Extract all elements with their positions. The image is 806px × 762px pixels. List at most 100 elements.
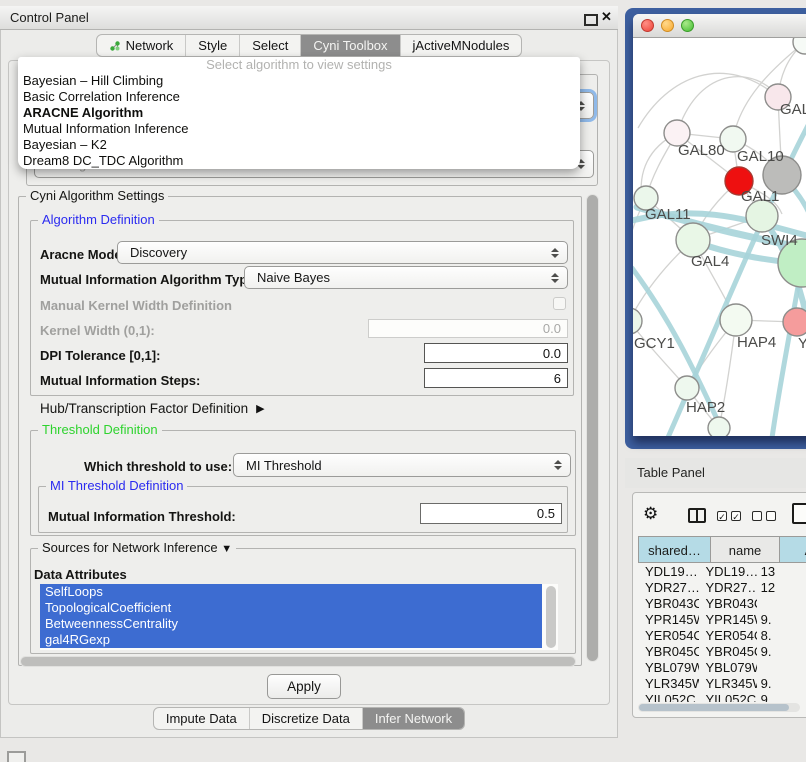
mi-threshold-field[interactable] bbox=[420, 503, 562, 524]
table-cell: YDR27… bbox=[699, 580, 757, 596]
collapsed-arrow-icon[interactable]: ▶ bbox=[256, 402, 264, 415]
algorithm-option-basic-correlation-inference[interactable]: Basic Correlation Inference bbox=[18, 89, 580, 105]
kernel-width-field[interactable] bbox=[368, 319, 568, 338]
bottom-tab-infer-network[interactable]: Infer Network bbox=[362, 708, 464, 729]
algorithm-option-bayesian-k2[interactable]: Bayesian – K2 bbox=[18, 137, 580, 153]
top-tab-bar: NetworkStyleSelectCyni ToolboxjActiveMNo… bbox=[0, 34, 618, 57]
bottom-tab-bar: Impute DataDiscretize DataInfer Network bbox=[0, 707, 618, 730]
table-row[interactable]: YDR27…YDR27…12 bbox=[638, 580, 806, 596]
attributes-list-scrollbar[interactable] bbox=[546, 586, 556, 648]
apply-button[interactable]: Apply bbox=[267, 674, 341, 699]
deselect-all-icon[interactable] bbox=[752, 511, 776, 521]
mi-type-label: Mutual Information Algorithm Type: bbox=[40, 272, 259, 287]
bottom-tab-impute-data[interactable]: Impute Data bbox=[154, 708, 249, 729]
tab-select[interactable]: Select bbox=[239, 35, 300, 56]
bottom-tab-discretize-data[interactable]: Discretize Data bbox=[249, 708, 362, 729]
table-cell: YER054C bbox=[699, 628, 757, 644]
tab-style[interactable]: Style bbox=[185, 35, 239, 56]
select-all-icon[interactable]: ✓✓ bbox=[717, 511, 741, 521]
network-node[interactable] bbox=[783, 308, 806, 336]
close-icon[interactable]: ✕ bbox=[601, 9, 612, 25]
network-node[interactable] bbox=[675, 376, 699, 400]
sources-title[interactable]: Sources for Network Inference ▼ bbox=[38, 541, 236, 556]
manual-kernel-checkbox[interactable] bbox=[553, 297, 566, 310]
close-traffic-light-icon[interactable] bbox=[641, 19, 654, 32]
table-row[interactable]: YER054CYER054C8. bbox=[638, 628, 806, 644]
network-window-titlebar[interactable] bbox=[633, 14, 806, 38]
node-label-gal1: GAL1 bbox=[741, 188, 779, 205]
settings-vertical-scrollbar[interactable] bbox=[586, 194, 599, 662]
columns-icon[interactable] bbox=[688, 508, 706, 523]
network-edge[interactable] bbox=[633, 321, 687, 388]
mi-steps-field[interactable] bbox=[424, 368, 568, 388]
network-window[interactable]: GALGAL80GAL10GAL1GAL11SWI4GAL4GCY1HAP4YH… bbox=[633, 14, 806, 436]
algorithm-option-dream8-dc-tdc-algorithm[interactable]: Dream8 DC_TDC Algorithm bbox=[18, 153, 580, 169]
dpi-tolerance-field[interactable] bbox=[424, 343, 568, 363]
zoom-traffic-light-icon[interactable] bbox=[681, 19, 694, 32]
node-label-hap4: HAP4 bbox=[737, 334, 776, 351]
attribute-item-selfloops[interactable]: SelfLoops bbox=[40, 584, 542, 600]
network-node[interactable] bbox=[720, 304, 752, 336]
kernel-width-label: Kernel Width (0,1): bbox=[40, 323, 155, 338]
table-cell: 8. bbox=[757, 628, 806, 644]
node-label-y: Y bbox=[798, 335, 806, 352]
table-cell: 9. bbox=[757, 676, 806, 692]
dropdown-item-list: Bayesian – Hill ClimbingBasic Correlatio… bbox=[18, 73, 580, 169]
hub-definition-section[interactable]: Hub/Transcription Factor Definition ▶ bbox=[40, 401, 265, 416]
tab-cyni-toolbox[interactable]: Cyni Toolbox bbox=[300, 35, 399, 56]
column-header-a[interactable]: A bbox=[779, 536, 806, 563]
column-header-name[interactable]: name bbox=[710, 536, 780, 563]
network-node[interactable] bbox=[633, 308, 642, 334]
which-threshold-combobox[interactable]: MI Threshold bbox=[233, 453, 571, 477]
attribute-item-gal4rgexp[interactable]: gal4RGexp bbox=[40, 632, 542, 648]
node-label-gcy1: GCY1 bbox=[634, 335, 675, 352]
table-row[interactable]: YIL052CYIL052C9 bbox=[638, 692, 806, 702]
table-row[interactable]: YBR045CYBR045C9. bbox=[638, 644, 806, 660]
node-label-swi4: SWI4 bbox=[761, 232, 798, 249]
tab-network[interactable]: Network bbox=[97, 35, 186, 56]
table-cell: 9 bbox=[757, 692, 806, 702]
network-edge[interactable] bbox=[638, 73, 778, 128]
export-table-icon[interactable] bbox=[792, 503, 806, 524]
table-row[interactable]: YPR145WYPR145W9. bbox=[638, 612, 806, 628]
settings-horizontal-scrollbar[interactable] bbox=[20, 656, 576, 667]
algorithm-option-aracne-algorithm[interactable]: ARACNE Algorithm bbox=[18, 105, 580, 121]
mi-type-combobox[interactable]: Naive Bayes bbox=[244, 266, 568, 289]
expanded-arrow-icon[interactable]: ▼ bbox=[221, 543, 232, 555]
float-window-icon[interactable] bbox=[584, 14, 598, 26]
mi-steps-label: Mutual Information Steps: bbox=[40, 373, 200, 388]
network-icon bbox=[109, 40, 121, 52]
table-row[interactable]: YDL19…YDL19…13 bbox=[638, 564, 806, 580]
network-node[interactable] bbox=[708, 417, 730, 436]
table-cell bbox=[757, 660, 806, 676]
control-panel-titlebar[interactable] bbox=[0, 6, 618, 30]
node-label-gal4: GAL4 bbox=[691, 253, 729, 270]
table-panel-title: Table Panel bbox=[637, 458, 705, 488]
attribute-item-topologicalcoefficient[interactable]: TopologicalCoefficient bbox=[40, 600, 542, 616]
algorithm-option-mutual-information-inference[interactable]: Mutual Information Inference bbox=[18, 121, 580, 137]
network-canvas[interactable]: GALGAL80GAL10GAL1GAL11SWI4GAL4GCY1HAP4YH… bbox=[633, 38, 806, 436]
network-node[interactable] bbox=[676, 223, 710, 257]
table-cell: YDL19… bbox=[638, 564, 699, 580]
tab-jactivemnodules[interactable]: jActiveMNodules bbox=[400, 35, 522, 56]
minimize-traffic-light-icon[interactable] bbox=[661, 19, 674, 32]
hub-definition-label: Hub/Transcription Factor Definition bbox=[40, 401, 248, 416]
algorithm-option-bayesian-hill-climbing[interactable]: Bayesian – Hill Climbing bbox=[18, 73, 580, 89]
table-cell: YBL079W bbox=[699, 660, 757, 676]
table-horizontal-scrollbar[interactable] bbox=[638, 703, 800, 712]
table-cell: YBR043C bbox=[699, 596, 757, 612]
table-row[interactable]: YBR043CYBR043C bbox=[638, 596, 806, 612]
node-label-hap2: HAP2 bbox=[686, 399, 725, 416]
network-edge[interactable] bbox=[677, 77, 778, 133]
combo-value: MI Threshold bbox=[246, 454, 322, 476]
table-row[interactable]: YLR345WYLR345W9. bbox=[638, 676, 806, 692]
dock-panel-icon[interactable] bbox=[7, 751, 26, 762]
attribute-item-betweennesscentrality[interactable]: BetweennessCentrality bbox=[40, 616, 542, 632]
manual-kernel-label: Manual Kernel Width Definition bbox=[40, 298, 232, 313]
table-cell: YPR145W bbox=[699, 612, 757, 628]
aracne-mode-combobox[interactable]: Discovery bbox=[117, 241, 568, 264]
combo-value: Naive Bayes bbox=[257, 267, 330, 288]
column-header-shared[interactable]: shared… bbox=[638, 536, 711, 563]
gear-icon[interactable]: ⚙ bbox=[643, 504, 658, 524]
table-row[interactable]: YBL079WYBL079W bbox=[638, 660, 806, 676]
